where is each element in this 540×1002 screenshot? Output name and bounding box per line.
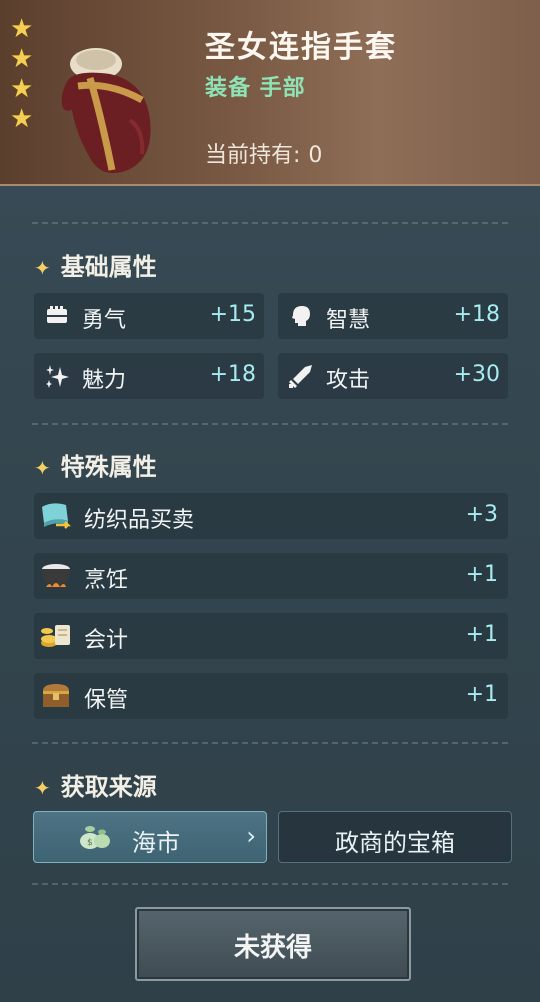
special-row-textile-trade: 纺织品买卖 +3 (34, 493, 508, 539)
head-icon (292, 306, 310, 326)
star-icon: ★ (10, 74, 34, 104)
source-button-merchant-chest[interactable]: 政商的宝箱 (278, 811, 512, 863)
special-row-cooking: 烹饪 +1 (34, 553, 508, 599)
stat-value: +15 (209, 302, 256, 327)
cooking-pot-icon (42, 564, 70, 587)
item-detail-panel: ★ ★ ★ ★ 圣女连指手套 装备 手部 当前持有: 0 ✦ 基础属性 勇气 +15… (0, 0, 540, 1002)
row-value: +1 (465, 622, 498, 647)
svg-text:$: $ (87, 838, 93, 848)
star-icon: ★ (10, 14, 34, 44)
holding-count: 当前持有: 0 (205, 137, 322, 169)
stat-value: +18 (209, 362, 256, 387)
sparkle-icon: ✦ (34, 256, 51, 280)
holding-value: 0 (308, 143, 323, 168)
stat-charm: 魅力 +18 (34, 353, 264, 399)
section-title-text: 特殊属性 (60, 453, 157, 481)
item-name: 圣女连指手套 (205, 30, 397, 65)
row-label: 保管 (84, 688, 129, 713)
special-row-accounting: 会计 +1 (34, 613, 508, 659)
star-icon: ★ (10, 104, 34, 134)
coins-scroll-icon (41, 625, 70, 647)
row-label: 会计 (84, 628, 129, 653)
stat-courage: 勇气 +15 (34, 293, 264, 339)
section-title-text: 获取来源 (60, 773, 157, 801)
stat-label: 勇气 (82, 308, 127, 333)
fist-icon (47, 306, 67, 323)
source-title: ✦ 获取来源 (34, 767, 157, 802)
item-header: ★ ★ ★ ★ 圣女连指手套 装备 手部 当前持有: 0 (0, 0, 540, 186)
special-row-storage: 保管 +1 (34, 673, 508, 719)
row-value: +3 (465, 502, 498, 527)
obtain-status-label: 未获得 (233, 933, 312, 963)
star-icon: ★ (10, 44, 34, 74)
stat-wisdom: 智慧 +18 (278, 293, 508, 339)
cloth-trade-icon (42, 503, 72, 529)
stat-label: 智慧 (326, 308, 371, 333)
divider (32, 222, 508, 224)
chevron-right-icon: › (246, 822, 256, 850)
stat-label: 攻击 (326, 368, 371, 393)
special-attributes-title: ✦ 特殊属性 (34, 447, 157, 482)
divider (32, 423, 508, 425)
stat-attack: 攻击 +30 (278, 353, 508, 399)
holding-label: 当前持有: (205, 143, 301, 168)
stat-value: +30 (453, 362, 500, 387)
sparkle-icon: ✦ (34, 456, 51, 480)
rarity-stars: ★ ★ ★ ★ (10, 14, 40, 134)
obtain-status-button[interactable]: 未获得 (135, 907, 411, 981)
sword-icon (289, 365, 312, 388)
source-label: 海市 (132, 829, 180, 857)
item-category: 装备 手部 (205, 76, 306, 101)
divider (32, 742, 508, 744)
chest-icon (43, 684, 69, 707)
source-button-sea-market[interactable]: $ 海市 › (33, 811, 267, 863)
divider (32, 883, 508, 885)
sparkle-icon (46, 365, 69, 388)
row-label: 烹饪 (84, 568, 129, 593)
stat-label: 魅力 (82, 368, 127, 393)
mitten-glove-icon (61, 48, 151, 174)
row-value: +1 (465, 562, 498, 587)
section-title-text: 基础属性 (60, 253, 157, 281)
source-label: 政商的宝箱 (335, 829, 455, 857)
stat-value: +18 (453, 302, 500, 327)
money-bag-icon: $ (80, 826, 110, 849)
row-value: +1 (465, 682, 498, 707)
sparkle-icon: ✦ (34, 776, 51, 800)
row-label: 纺织品买卖 (84, 508, 195, 533)
basic-attributes-title: ✦ 基础属性 (34, 247, 157, 282)
